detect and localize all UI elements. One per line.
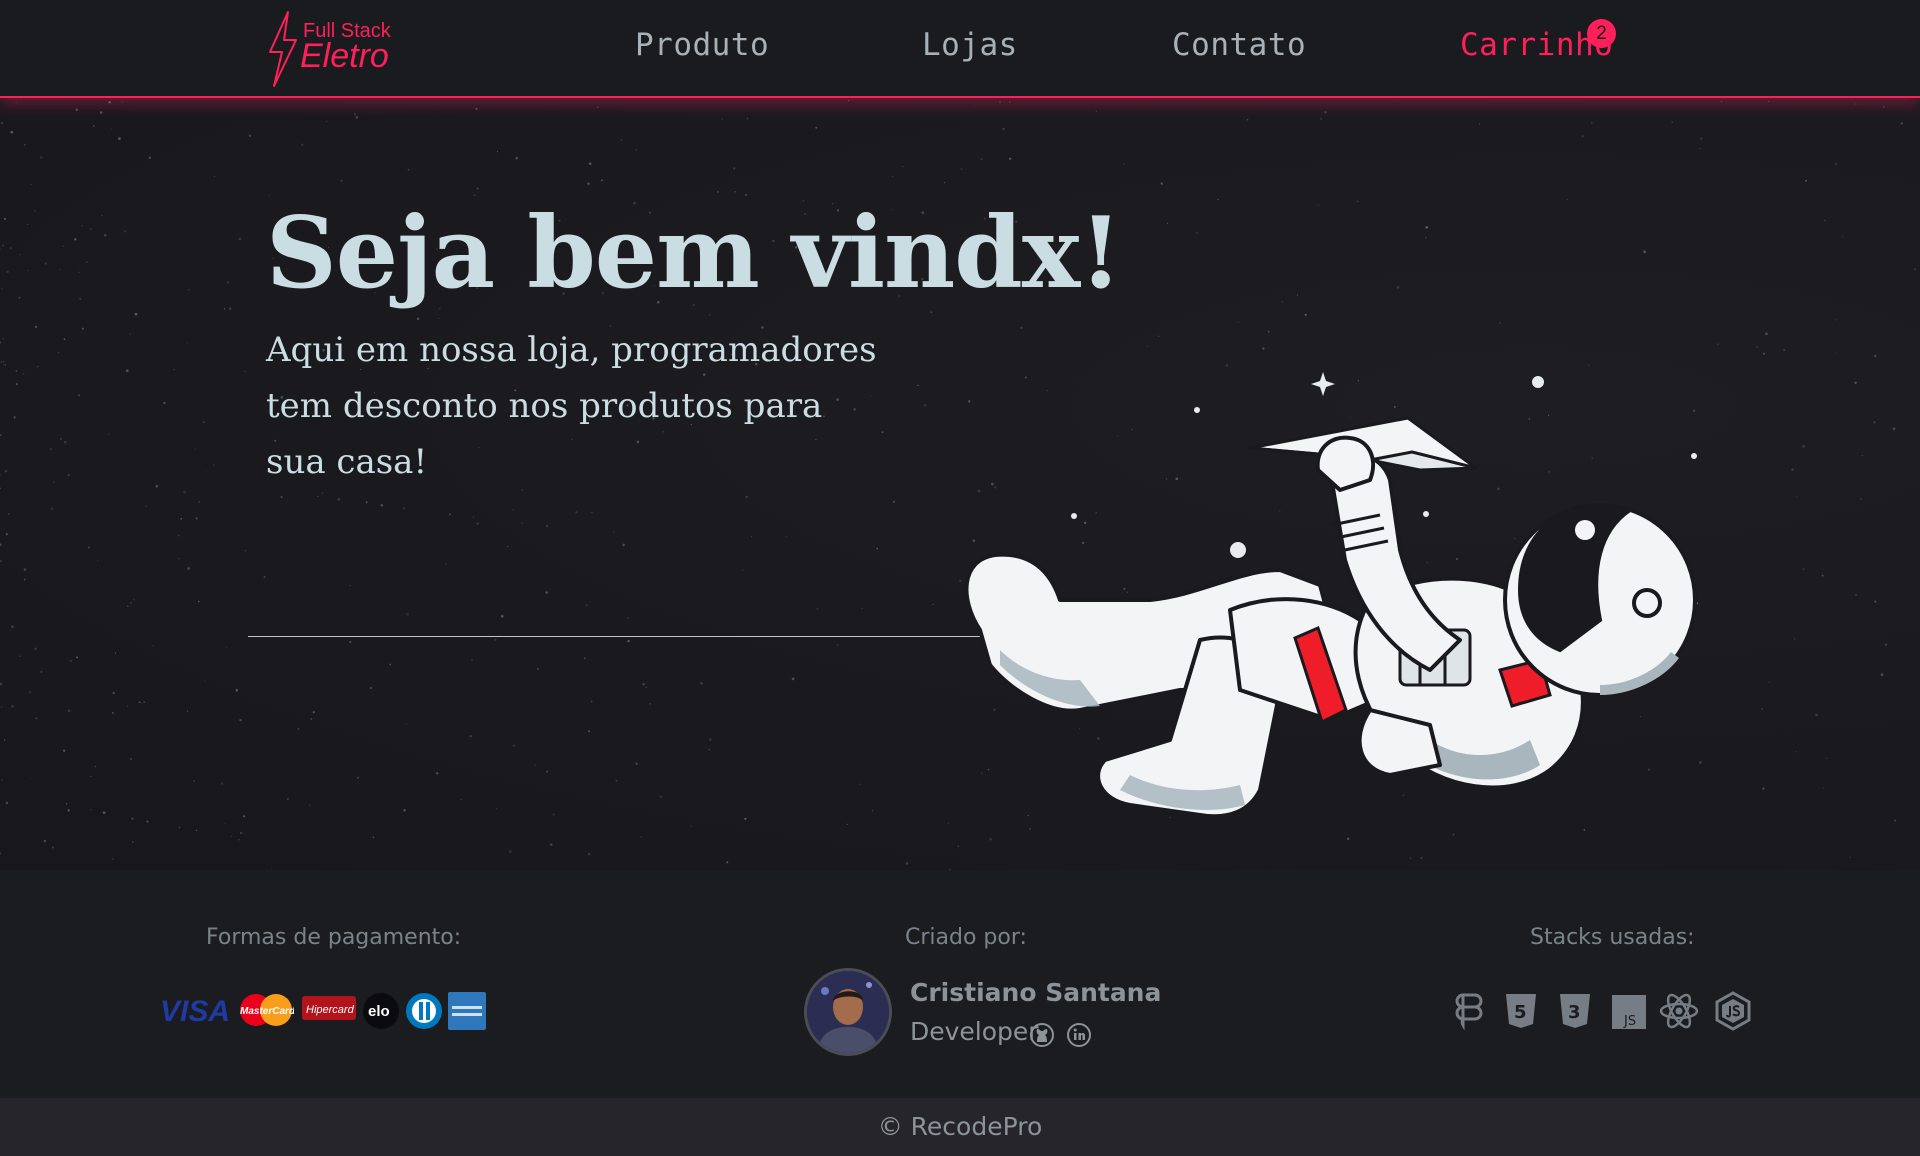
hipercard-logo-icon: Hipercard — [302, 996, 356, 1020]
stacks-heading: Stacks usadas: — [1530, 925, 1695, 950]
cart-count-badge: 2 — [1587, 19, 1616, 48]
nav-produto[interactable]: Produto — [635, 27, 769, 63]
svg-text:JS: JS — [1623, 1014, 1636, 1029]
copyright-bar: © RecodePro — [0, 1098, 1920, 1156]
svg-text:MasterCard: MasterCard — [240, 1006, 294, 1017]
elo-logo-icon: elo — [363, 993, 399, 1029]
top-navbar: Full Stack Eletro Produto Lojas Contato … — [0, 0, 1920, 98]
mastercard-logo-icon: MasterCard — [240, 994, 294, 1026]
footer: Formas de pagamento: VISA MasterCard Hip… — [0, 870, 1920, 1098]
american-express-logo-icon — [448, 992, 486, 1030]
logo-title: Eletro — [300, 37, 389, 75]
diners-club-logo-icon — [406, 993, 442, 1029]
visa-logo-icon: VISA — [160, 995, 230, 1028]
copyright-text: © RecodePro — [877, 1112, 1043, 1141]
svg-text:5: 5 — [1514, 1002, 1527, 1023]
hero-section: Seja bem vindx! Aqui em nossa loja, prog… — [0, 100, 1920, 870]
svg-text:Hipercard: Hipercard — [306, 1004, 355, 1016]
javascript-icon: JS — [1612, 995, 1646, 1029]
payment-heading: Formas de pagamento: — [206, 925, 462, 950]
creator-name: Cristiano Santana — [910, 978, 1162, 1007]
html5-icon: 5 — [1506, 994, 1536, 1028]
brand-logo[interactable]: Full Stack Eletro — [266, 10, 396, 87]
nav-lojas[interactable]: Lojas — [922, 27, 1018, 63]
svg-text:elo: elo — [368, 1003, 390, 1020]
hero-subtitle: Aqui em nossa loja, programadores tem de… — [266, 330, 877, 482]
linkedin-icon[interactable] — [1066, 1022, 1092, 1048]
css3-icon: 3 — [1560, 994, 1590, 1028]
svg-text:VISA: VISA — [160, 995, 230, 1028]
creator-avatar — [804, 968, 892, 1056]
react-icon — [1659, 993, 1699, 1029]
svg-text:3: 3 — [1568, 1002, 1581, 1023]
nav-contato[interactable]: Contato — [1172, 27, 1306, 63]
creator-heading: Criado por: — [905, 925, 1027, 950]
figma-icon — [1455, 993, 1483, 1031]
nodejs-icon — [1715, 991, 1751, 1031]
github-icon[interactable] — [1029, 1022, 1055, 1048]
creator-role: Developer — [910, 1017, 1039, 1046]
astronaut-illustration — [964, 372, 1697, 819]
